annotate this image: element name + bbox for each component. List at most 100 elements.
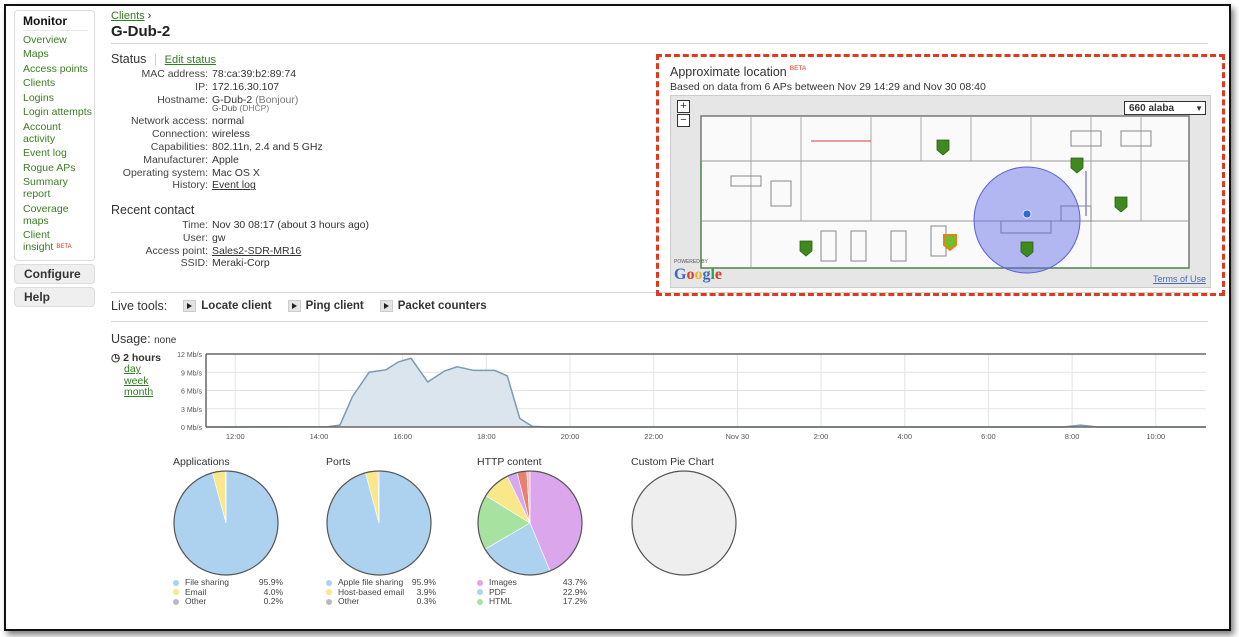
pie-svg xyxy=(173,470,279,576)
sidebar-item-client-insight[interactable]: Client insight BETA xyxy=(23,229,94,253)
button-label: Ping client xyxy=(305,300,364,312)
recent-contact-title: Recent contact xyxy=(111,203,195,217)
pie-svg xyxy=(326,470,432,576)
range-month-link[interactable]: month xyxy=(124,386,161,399)
legend-dot xyxy=(326,579,332,586)
sidebar-item-overview[interactable]: Overview xyxy=(23,34,94,46)
sidebar-item-label: Rogue APs xyxy=(23,161,76,174)
sidebar-item-label: Access points xyxy=(23,62,88,75)
y-tick-label: 3 Mb/s xyxy=(181,407,203,414)
zoom-in-button[interactable]: + xyxy=(677,100,690,113)
play-icon xyxy=(379,300,393,312)
field-value: Mac OS X xyxy=(212,166,260,179)
sidebar-item-coverage-maps[interactable]: Coverage maps xyxy=(23,203,94,227)
sidebar-item-label: Maps xyxy=(23,48,49,60)
access-point-link[interactable]: Sales2-SDR-MR16 xyxy=(212,245,301,258)
play-icon xyxy=(287,300,301,312)
usage-range-selector: ◷ 2 hours day week month xyxy=(111,352,161,399)
breadcrumb: Clients › xyxy=(111,10,151,22)
sidebar-item-label: Clients xyxy=(23,77,56,89)
live-tools: Live tools: Locate client Ping client Pa… xyxy=(111,299,487,313)
button-label: Packet counters xyxy=(397,300,487,312)
field-user: User: gw xyxy=(111,232,369,245)
field-label: SSID: xyxy=(180,257,208,270)
ping-client-button[interactable]: Ping client xyxy=(287,300,364,312)
field-value: Apple xyxy=(212,153,239,166)
sidebar-item-login-attempts[interactable]: Login attempts xyxy=(23,106,94,118)
nav-header-monitor[interactable]: Monitor xyxy=(23,14,88,31)
legend-item: Other 0.2% xyxy=(173,596,283,607)
sidebar-item-maps[interactable]: Maps xyxy=(23,48,94,60)
separator: | xyxy=(153,52,158,66)
field-capabilities: Capabilities: 802.11n, 2.4 and 5 GHz xyxy=(111,141,323,154)
beta-badge: BETA xyxy=(56,244,72,250)
sidebar-item-access-points[interactable]: Access points xyxy=(23,63,94,75)
field-label-empty xyxy=(111,104,212,113)
field-label: Capabilities: xyxy=(150,140,208,153)
sidebar-item-account-activity[interactable]: Account activity xyxy=(23,121,94,145)
legend-value: 0.3% xyxy=(416,596,436,606)
floor-plan-map[interactable]: + − 660 alaba ▼ POWERED BY Google Terms o… xyxy=(670,95,1211,288)
field-access-point: Access point: Sales2-SDR-MR16 xyxy=(111,245,369,258)
x-tick-label: 2:00 xyxy=(814,432,829,441)
location-title-text: Approximate location xyxy=(670,65,787,79)
edit-status-link[interactable]: Edit status xyxy=(165,54,216,66)
pie-title: Applications xyxy=(173,456,230,468)
legend-label: Other xyxy=(185,596,207,606)
sidebar-item-summary-report[interactable]: Summary report xyxy=(23,176,94,200)
google-logo-letter: G xyxy=(674,266,687,283)
y-tick-label: 9 Mb/s xyxy=(181,370,203,377)
breadcrumb-clients-link[interactable]: Clients xyxy=(111,10,145,22)
event-log-link[interactable]: Event log xyxy=(212,179,256,192)
legend-item: HTML 17.2% xyxy=(477,596,587,607)
dhcp-note: (DHCP) xyxy=(239,103,270,114)
field-label: Connection: xyxy=(151,128,208,141)
status-fields: MAC address: 78:ca:39:b2:89:74 IP: 172.16.… xyxy=(111,68,323,192)
field-value: wireless xyxy=(212,128,250,141)
client-location-dot[interactable] xyxy=(1022,209,1032,219)
floor-select-dropdown[interactable]: 660 alaba ▼ xyxy=(1124,101,1206,115)
floor-plan xyxy=(700,115,1190,274)
monitor-nav: Monitor Overview Maps Access points Clients… xyxy=(14,10,95,261)
range-day-link[interactable]: day xyxy=(124,363,161,376)
x-tick-label: 6:00 xyxy=(981,432,996,441)
field-label: Manufacturer: xyxy=(143,153,208,166)
sidebar-item-rogue-aps[interactable]: Rogue APs xyxy=(23,162,94,174)
legend-dot xyxy=(173,598,179,605)
x-tick-label: 20:00 xyxy=(561,432,580,441)
locate-client-button[interactable]: Locate client xyxy=(183,300,272,312)
recent-contact-fields: Time: Nov 30 08:17 (about 3 hours ago) Us… xyxy=(111,219,369,270)
field-label: User: xyxy=(182,231,208,244)
field-manufacturer: Manufacturer: Apple xyxy=(111,154,323,167)
x-tick-label: 14:00 xyxy=(310,432,329,441)
zoom-out-button[interactable]: − xyxy=(677,114,690,127)
usage-label: Usage: xyxy=(111,332,151,346)
sidebar-item-clients[interactable]: Clients xyxy=(23,77,94,89)
page-title: G-Dub-2 xyxy=(111,23,171,40)
x-tick-label: Nov 30 xyxy=(725,432,749,441)
x-tick-label: 4:00 xyxy=(897,432,912,441)
pie-legend: Apple file sharing 95.9% Host-based email 3… xyxy=(326,577,436,607)
connected-access-point-marker[interactable] xyxy=(943,234,957,252)
field-label: MAC address: xyxy=(141,68,208,80)
pie-legend: File sharing 95.9% Email 4.0% Other 0.2% xyxy=(173,577,283,607)
packet-counters-button[interactable]: Packet counters xyxy=(379,300,487,312)
field-mac: MAC address: 78:ca:39:b2:89:74 xyxy=(111,68,323,81)
field-value: 78:ca:39:b2:89:74 xyxy=(212,68,297,80)
legend-dot xyxy=(326,598,332,605)
usage-chart: 0 Mb/s 3 Mb/s 6 Mb/s 9 Mb/s 12 Mb/s 12:00 14:0… xyxy=(177,352,1206,441)
pie-svg xyxy=(631,470,737,576)
nav-section-help[interactable]: Help xyxy=(14,286,95,307)
sidebar-item-event-log[interactable]: Event log xyxy=(23,147,94,159)
pie-chart-applications: Applications File sharing 95.9% Email 4.0% Ot… xyxy=(173,456,283,606)
terms-of-use-link[interactable]: Terms of Use xyxy=(1153,274,1206,284)
legend-dot xyxy=(173,589,179,595)
sidebar-item-logins[interactable]: Logins xyxy=(23,92,94,104)
title-divider xyxy=(111,43,1208,44)
status-title: Status xyxy=(111,52,147,66)
field-history: History: Event log xyxy=(111,179,323,192)
field-value: Nov 30 08:17 (about 3 hours ago) xyxy=(212,219,370,231)
nav-section-configure[interactable]: Configure xyxy=(14,263,95,284)
sidebar-item-label: Summary report xyxy=(23,176,68,200)
x-tick-label: 18:00 xyxy=(477,432,496,441)
